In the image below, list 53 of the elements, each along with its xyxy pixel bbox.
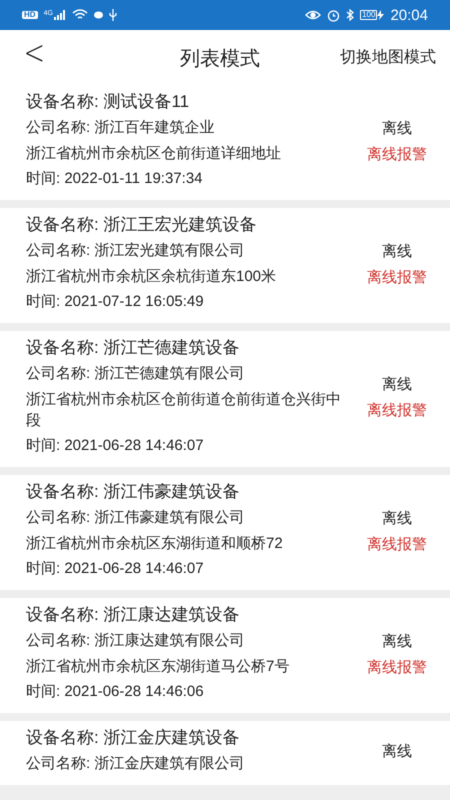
device-name: 设备名称: 浙江王宏光建筑设备 <box>26 214 258 236</box>
time-text: 时间: 2021-06-28 14:46:07 <box>26 559 205 579</box>
eye-icon <box>305 10 322 20</box>
charging-icon <box>377 10 384 20</box>
device-card[interactable]: 设备名称: 浙江王宏光建筑设备 公司名称: 浙江宏光建筑有限公司 浙江省杭州市余杭区余杭街道东100米 时间: 2021-07-12 16:05:49 离线 离线报警 <box>0 208 450 323</box>
address-text: 浙江省杭州市余杭区余杭街道东100米 <box>26 267 278 287</box>
status-label: 离线 <box>382 508 412 528</box>
alarm-label: 离线报警 <box>367 401 427 421</box>
clock-time: 20:04 <box>390 8 428 22</box>
bluetooth-icon <box>346 9 354 21</box>
usb-icon <box>108 9 117 21</box>
time-text: 时间: 2021-06-28 14:46:06 <box>26 682 205 702</box>
page-title: 列表模式 <box>180 47 260 72</box>
back-button[interactable]: < <box>24 36 45 70</box>
company-name: 公司名称: 浙江芒德建筑有限公司 <box>26 364 246 384</box>
time-text: 时间: 2022-01-11 19:37:34 <box>26 169 204 189</box>
device-card[interactable]: 设备名称: 浙江伟豪建筑设备 公司名称: 浙江伟豪建筑有限公司 浙江省杭州市余杭区东湖街道和顺桥72 时间: 2021-06-28 14:46:07 离线 离线报警 <box>0 475 450 590</box>
device-name: 设备名称: 浙江伟豪建筑设备 <box>26 481 240 503</box>
status-label: 离线 <box>382 118 412 138</box>
alarm-label: 离线报警 <box>367 534 427 554</box>
address-text: 浙江省杭州市余杭区东湖街道和顺桥72 <box>26 534 284 554</box>
alarm-label: 离线报警 <box>367 144 427 164</box>
dot-icon <box>94 11 103 19</box>
hd-badge: HD <box>22 11 38 19</box>
company-name: 公司名称: 浙江宏光建筑有限公司 <box>26 241 246 261</box>
company-name: 公司名称: 浙江康达建筑有限公司 <box>26 631 246 651</box>
time-text: 时间: 2021-07-12 16:05:49 <box>26 292 205 312</box>
company-name: 公司名称: 浙江金庆建筑有限公司 <box>26 754 246 774</box>
address-text: 浙江省杭州市余杭区仓前街道仓前街道仓兴街中段 <box>26 390 342 431</box>
wifi-icon <box>72 9 88 21</box>
time-text: 时间: 2021-06-28 14:46:07 <box>26 436 205 456</box>
status-label: 离线 <box>382 632 412 652</box>
device-name: 设备名称: 浙江康达建筑设备 <box>26 604 240 626</box>
device-card[interactable]: 设备名称: 浙江芒德建筑设备 公司名称: 浙江芒德建筑有限公司 浙江省杭州市余杭区仓前街道仓前街道仓兴街中段 时间: 2021-06-28 14:46:07 离线 离线报警 <box>0 331 450 467</box>
device-name: 设备名称: 测试设备11 <box>26 91 190 113</box>
status-label: 离线 <box>382 242 412 262</box>
address-text: 浙江省杭州市余杭区仓前街道详细地址 <box>26 144 282 164</box>
switch-map-button[interactable]: 切换地图模式 <box>340 46 436 70</box>
address-text: 浙江省杭州市余杭区东湖街道马公桥7号 <box>26 657 290 677</box>
alarm-clock-icon <box>327 8 340 22</box>
device-card[interactable]: 设备名称: 浙江康达建筑设备 公司名称: 浙江康达建筑有限公司 浙江省杭州市余杭区东湖街道马公桥7号 时间: 2021-06-28 14:46:06 离线 离线报警 <box>0 598 450 713</box>
device-name: 设备名称: 浙江金庆建筑设备 <box>26 727 240 749</box>
signal-icon <box>54 10 66 20</box>
battery-level: 100 <box>360 10 378 20</box>
device-card[interactable]: 设备名称: 浙江金庆建筑设备 公司名称: 浙江金庆建筑有限公司 离线 <box>0 721 450 785</box>
device-card[interactable]: 设备名称: 测试设备11 公司名称: 浙江百年建筑企业 浙江省杭州市余杭区仓前街道详细地址 时间: 2022-01-11 19:37:34 离线 离线报警 <box>0 85 450 200</box>
company-name: 公司名称: 浙江伟豪建筑有限公司 <box>26 508 246 528</box>
alarm-label: 离线报警 <box>367 268 427 288</box>
status-label: 离线 <box>382 375 412 395</box>
status-label: 离线 <box>382 742 412 762</box>
device-name: 设备名称: 浙江芒德建筑设备 <box>26 337 240 359</box>
company-name: 公司名称: 浙江百年建筑企业 <box>26 118 216 138</box>
alarm-label: 离线报警 <box>367 658 427 678</box>
